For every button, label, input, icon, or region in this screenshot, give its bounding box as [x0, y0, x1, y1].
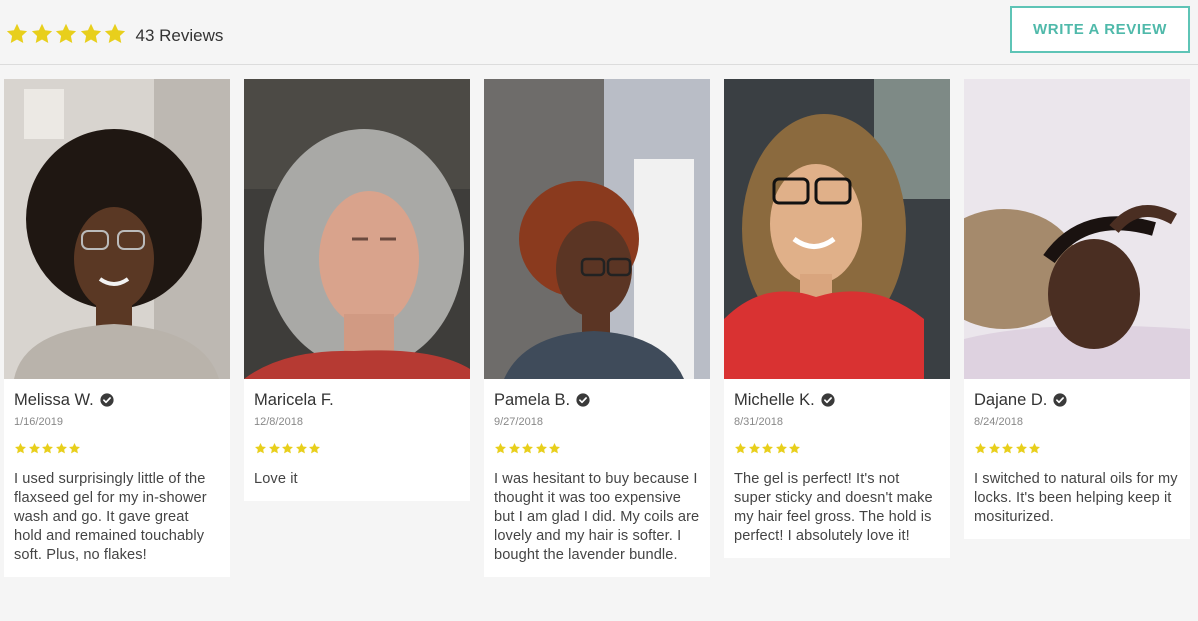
review-card: Michelle K. 8/31/2018 The gel is perfect…	[724, 79, 950, 558]
review-rating	[734, 442, 940, 456]
review-rating	[494, 442, 700, 456]
star-icon	[521, 442, 535, 456]
verified-check-icon	[821, 393, 835, 407]
review-photo[interactable]	[484, 79, 710, 379]
star-icon	[734, 442, 748, 456]
review-date: 8/24/2018	[974, 416, 1023, 428]
review-text: I switched to natural oils for my locks.…	[974, 471, 1178, 525]
star-icon	[761, 442, 775, 456]
review-text: I was hesitant to buy because I thought …	[494, 471, 700, 563]
verified-check-icon	[100, 393, 114, 407]
star-icon	[268, 442, 282, 456]
star-icon	[295, 442, 309, 456]
star-icon	[54, 22, 78, 46]
star-icon	[974, 442, 988, 456]
star-icon	[281, 442, 295, 456]
star-icon	[28, 442, 42, 456]
review-card: Maricela F. 12/8/2018 Love it	[244, 79, 470, 501]
star-icon	[1015, 442, 1029, 456]
star-icon	[1028, 442, 1042, 456]
star-icon	[68, 442, 82, 456]
review-photo[interactable]	[724, 79, 950, 379]
review-date: 8/31/2018	[734, 416, 783, 428]
star-icon	[535, 442, 549, 456]
review-photo[interactable]	[4, 79, 230, 379]
star-icon	[14, 442, 28, 456]
star-icon	[30, 22, 54, 46]
star-icon	[508, 442, 522, 456]
reviewer-name: Melissa W.	[14, 390, 94, 409]
star-icon	[254, 442, 268, 456]
star-icon	[1001, 442, 1015, 456]
star-icon	[103, 22, 127, 46]
review-date: 9/27/2018	[494, 416, 543, 428]
review-count[interactable]: 43 Reviews	[136, 26, 224, 46]
review-photo[interactable]	[964, 79, 1190, 379]
star-icon	[548, 442, 562, 456]
star-icon	[494, 442, 508, 456]
star-icon	[55, 442, 69, 456]
verified-check-icon	[1053, 393, 1067, 407]
star-icon	[988, 442, 1002, 456]
verified-check-icon	[576, 393, 590, 407]
review-text: The gel is perfect! It's not super stick…	[734, 471, 933, 544]
star-icon	[5, 22, 29, 46]
reviewer-name: Maricela F.	[254, 390, 334, 409]
review-rating	[974, 442, 1180, 456]
write-review-button[interactable]: WRITE A REVIEW	[1010, 6, 1190, 53]
review-card: Melissa W. 1/16/2019 I used surprisingly…	[4, 79, 230, 577]
reviewer-name: Michelle K.	[734, 390, 815, 409]
review-card: Dajane D. 8/24/2018 I switched to natura…	[964, 79, 1190, 539]
rating-summary: 43 Reviews	[5, 22, 223, 46]
review-rating	[254, 442, 460, 456]
star-icon	[79, 22, 103, 46]
star-icon	[788, 442, 802, 456]
review-rating	[14, 442, 220, 456]
review-text: Love it	[254, 471, 298, 487]
review-date: 1/16/2019	[14, 416, 63, 428]
reviewer-name: Dajane D.	[974, 390, 1048, 409]
review-card: Pamela B. 9/27/2018 I was hesitant to bu…	[484, 79, 710, 577]
reviewer-name: Pamela B.	[494, 390, 571, 409]
star-icon	[41, 442, 55, 456]
review-date: 12/8/2018	[254, 416, 303, 428]
star-icon	[748, 442, 762, 456]
review-photo[interactable]	[244, 79, 470, 379]
review-text: I used surprisingly little of the flaxse…	[14, 471, 207, 563]
star-icon	[775, 442, 789, 456]
star-icon	[308, 442, 322, 456]
reviews-header: 43 Reviews WRITE A REVIEW	[0, 0, 1198, 65]
